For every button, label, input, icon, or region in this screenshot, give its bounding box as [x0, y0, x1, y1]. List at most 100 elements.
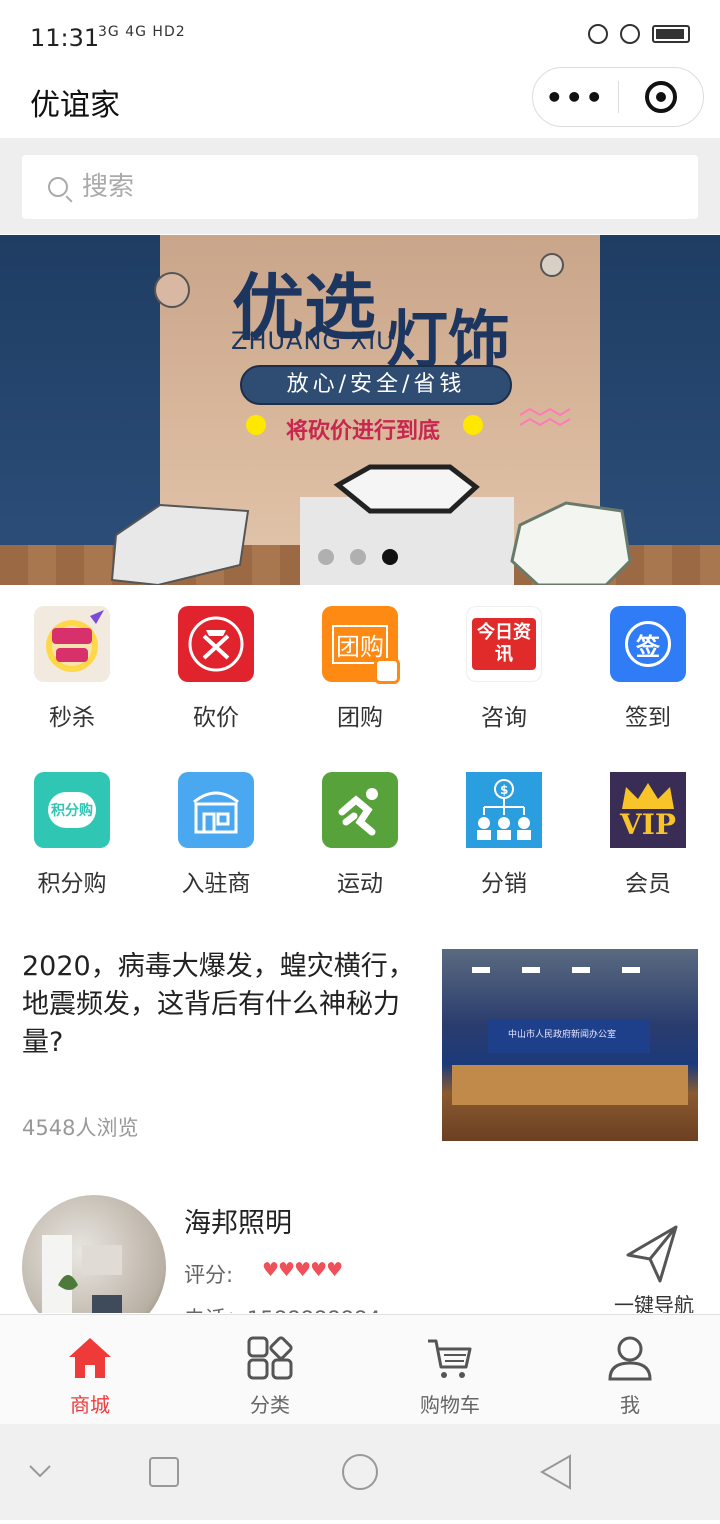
shop-avatar[interactable] — [22, 1195, 166, 1313]
status-bar: 11:31 3G 4G HD2 — [0, 0, 720, 70]
search-bar-container — [0, 138, 720, 234]
axe-icon — [178, 606, 254, 682]
tab-mall[interactable]: 商城 — [0, 1335, 180, 1418]
sport-graphic — [338, 788, 378, 836]
carousel-dot-active[interactable] — [382, 549, 398, 565]
sport-icon — [322, 772, 398, 848]
category-icon — [247, 1336, 293, 1380]
tab-label: 商城 — [70, 1393, 110, 1417]
shop-card[interactable]: 海邦照明 评分: ♥♥♥♥♥ 电话：1588888884 一键导航 — [0, 1195, 720, 1313]
store-icon — [178, 772, 254, 848]
grid-item-distribution[interactable]: $ 分销 — [432, 766, 576, 898]
carousel-dot[interactable] — [318, 549, 334, 565]
points-badge-text: 积分购 — [48, 792, 96, 828]
grid-item-member[interactable]: VIP 会员 — [576, 766, 720, 898]
signal-indicators: 3G 4G HD2 — [98, 24, 186, 40]
grid-item-consult[interactable]: 今日资讯 咨询 — [432, 600, 576, 732]
system-nav-buttons — [29, 1454, 571, 1490]
grid-item-label: 咨询 — [481, 705, 527, 731]
crown-graphic — [622, 783, 674, 809]
news-article-card[interactable]: 2020，病毒大爆发，蝗灾横行，地震频发，这背后有什么神秘力量? 4548人浏览… — [0, 940, 720, 1160]
distribution-icon: $ — [466, 772, 542, 848]
axe-graphic — [188, 616, 244, 672]
checkin-icon: 签 — [610, 606, 686, 682]
status-right-icons — [588, 24, 690, 44]
grid-item-group-buy[interactable]: 团购 团购 — [288, 600, 432, 732]
banner-subtitle: ZHUANG XIU — [231, 327, 395, 355]
shop-name[interactable]: 海邦照明 — [184, 1201, 292, 1240]
ceiling-light — [572, 967, 590, 973]
ceiling-light — [522, 967, 540, 973]
distribution-graphic: $ — [477, 779, 531, 840]
ceiling-light — [472, 967, 490, 973]
grid-item-points-shop[interactable]: 积分购 积分购 — [0, 766, 144, 898]
grid-item-label: 积分购 — [37, 871, 107, 897]
battery-icon — [652, 25, 690, 43]
page-title: 优谊家 — [30, 88, 120, 123]
press-table — [452, 1065, 688, 1105]
collapse-icon[interactable] — [29, 1465, 51, 1478]
alarm-icon — [588, 24, 608, 44]
tab-cart[interactable]: 购物车 — [360, 1335, 540, 1418]
vip-crown-icon: VIP — [610, 772, 686, 848]
home-circle-icon[interactable] — [342, 1454, 378, 1490]
carousel-dot[interactable] — [350, 549, 366, 565]
grid-item-label: 签到 — [625, 705, 671, 731]
article-headline[interactable]: 2020，病毒大爆发，蝗灾横行，地震频发，这背后有什么神秘力量? — [22, 948, 432, 1062]
home-icon — [69, 1338, 111, 1378]
grid-item-label: 会员 — [625, 871, 671, 897]
backdrop-caption: 中山市人民政府新闻办公室 — [508, 1030, 617, 1040]
ceiling-light — [622, 967, 640, 973]
news-icon: 今日资讯 — [466, 606, 542, 682]
navigate-button[interactable]: 一键导航 — [604, 1215, 704, 1313]
navigate-label: 一键导航 — [614, 1293, 694, 1313]
checkin-badge-text: 签 — [625, 621, 671, 667]
grid-item-label: 秒杀 — [49, 705, 95, 731]
close-miniprogram-button[interactable] — [619, 81, 704, 113]
tab-label: 我 — [620, 1393, 640, 1417]
promo-banner[interactable]: 优选 灯饰 ZHUANG XIU 放心/安全/省钱 将砍价进行到底 — [0, 235, 720, 585]
article-thumbnail[interactable]: 中山市人民政府新闻办公室 — [442, 949, 698, 1141]
store-graphic — [193, 791, 239, 834]
rating-label: 评分: — [184, 1263, 234, 1287]
tab-me[interactable]: 我 — [540, 1335, 720, 1418]
carousel-indicators — [318, 549, 398, 565]
tab-label: 购物车 — [420, 1393, 480, 1417]
miniprogram-capsule: ••• — [532, 67, 704, 127]
article-view-count: 4548人浏览 — [22, 1116, 139, 1140]
shop-photo — [42, 1235, 122, 1313]
tab-category[interactable]: 分类 — [180, 1335, 360, 1418]
news-badge-text: 今日资讯 — [472, 618, 536, 670]
group-buy-icon: 团购 — [322, 606, 400, 684]
grid-item-flash-sale[interactable]: 秒杀 — [0, 600, 144, 732]
status-time: 11:31 — [30, 24, 100, 52]
shop-phone[interactable]: 电话：1588888884 — [184, 1303, 381, 1313]
points-bag-icon: 积分购 — [34, 772, 110, 848]
more-menu-button[interactable]: ••• — [533, 81, 618, 114]
back-icon[interactable] — [539, 1454, 571, 1490]
navigation-arrow-icon — [626, 1225, 678, 1283]
grid-item-label: 团购 — [337, 705, 383, 731]
grid-item-label: 运动 — [337, 871, 383, 897]
search-input[interactable] — [82, 172, 642, 202]
grid-item-sport[interactable]: 运动 — [288, 766, 432, 898]
cart-icon — [428, 1339, 472, 1378]
bottom-tab-bar: 商城 分类 购物车 我 — [0, 1314, 720, 1424]
grid-item-merchant[interactable]: 入驻商 — [144, 766, 288, 898]
person-badge-icon — [374, 658, 400, 684]
user-icon — [608, 1336, 652, 1381]
search-icon — [48, 177, 68, 197]
grid-item-label: 砍价 — [193, 705, 239, 731]
grid-item-label: 分销 — [481, 871, 527, 897]
banner-slogan-pill: 放心/安全/省钱 — [240, 365, 512, 405]
search-box[interactable] — [22, 155, 698, 219]
flash-sale-graphic — [46, 610, 104, 672]
app-navbar: 优谊家 ••• — [0, 67, 720, 138]
grid-item-bargain[interactable]: 砍价 — [144, 600, 288, 732]
grid-item-checkin[interactable]: 签 签到 — [576, 600, 720, 732]
vip-badge-text: VIP — [620, 808, 676, 841]
target-icon — [644, 81, 677, 113]
flash-sale-icon — [34, 606, 110, 682]
svg-text:$: $ — [500, 783, 508, 797]
recents-icon[interactable] — [149, 1457, 179, 1487]
